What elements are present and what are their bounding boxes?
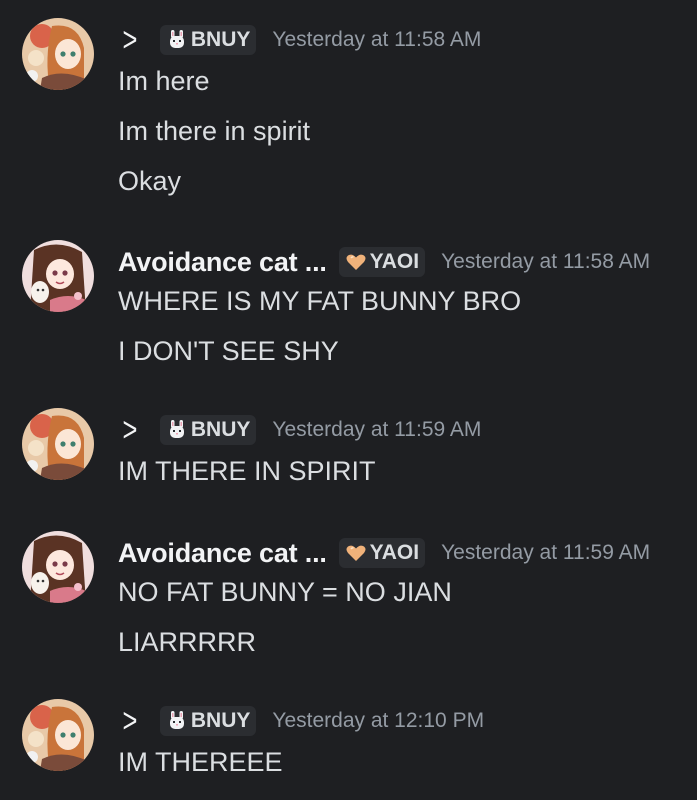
message-line: IM THEREEE <box>118 747 283 777</box>
role-tag-label: BNUY <box>190 709 251 732</box>
timestamp[interactable]: Yesterday at 11:58 AM <box>441 250 650 274</box>
timestamp[interactable]: Yesterday at 12:10 PM <box>272 709 484 733</box>
role-tag[interactable]: BNUY <box>159 25 257 55</box>
message-header: > BNUY Yesterday at 12:10 PM <box>118 699 484 743</box>
message-line: NO FAT BUNNY = NO JIAN <box>118 577 452 607</box>
role-tag-label: BNUY <box>190 418 251 441</box>
username[interactable]: > <box>122 413 137 447</box>
heart-icon <box>345 251 367 273</box>
username[interactable]: > <box>122 704 137 738</box>
heart-icon <box>345 542 367 564</box>
role-tag[interactable]: BNUY <box>159 706 257 736</box>
timestamp[interactable]: Yesterday at 11:59 AM <box>441 541 650 565</box>
role-tag-label: BNUY <box>190 28 251 51</box>
message-line: LIARRRRR <box>118 627 257 657</box>
username[interactable]: > <box>122 23 137 57</box>
role-tag-label: YAOI <box>369 250 420 273</box>
timestamp[interactable]: Yesterday at 11:59 AM <box>272 418 481 442</box>
message-line: Okay <box>118 166 182 196</box>
message-line: IM THERE IN SPIRIT <box>118 456 376 486</box>
role-tag[interactable]: YAOI <box>338 538 426 568</box>
user-avatar[interactable] <box>22 531 94 603</box>
bunny-icon <box>166 29 188 51</box>
message-header: Avoidance cat ... YAOI Yesterday at 11:5… <box>118 531 650 575</box>
message-header: > BNUY Yesterday at 11:58 AM <box>118 18 481 62</box>
message-header: Avoidance cat ... YAOI Yesterday at 11:5… <box>118 240 650 284</box>
message-line: Im there in spirit <box>118 116 311 146</box>
role-tag-label: YAOI <box>369 541 420 564</box>
bunny-icon <box>166 419 188 441</box>
message-line: Im here <box>118 66 210 96</box>
role-tag[interactable]: YAOI <box>338 247 426 277</box>
message-header: > BNUY Yesterday at 11:59 AM <box>118 408 481 452</box>
user-avatar[interactable] <box>22 699 94 771</box>
user-avatar[interactable] <box>22 18 94 90</box>
username[interactable]: Avoidance cat ... <box>118 247 327 278</box>
user-avatar[interactable] <box>22 240 94 312</box>
bunny-icon <box>166 710 188 732</box>
username[interactable]: Avoidance cat ... <box>118 538 327 569</box>
timestamp[interactable]: Yesterday at 11:58 AM <box>272 28 481 52</box>
message-line: WHERE IS MY FAT BUNNY BRO <box>118 286 522 316</box>
user-avatar[interactable] <box>22 408 94 480</box>
message-line: I DON'T SEE SHY <box>118 336 339 366</box>
role-tag[interactable]: BNUY <box>159 415 257 445</box>
